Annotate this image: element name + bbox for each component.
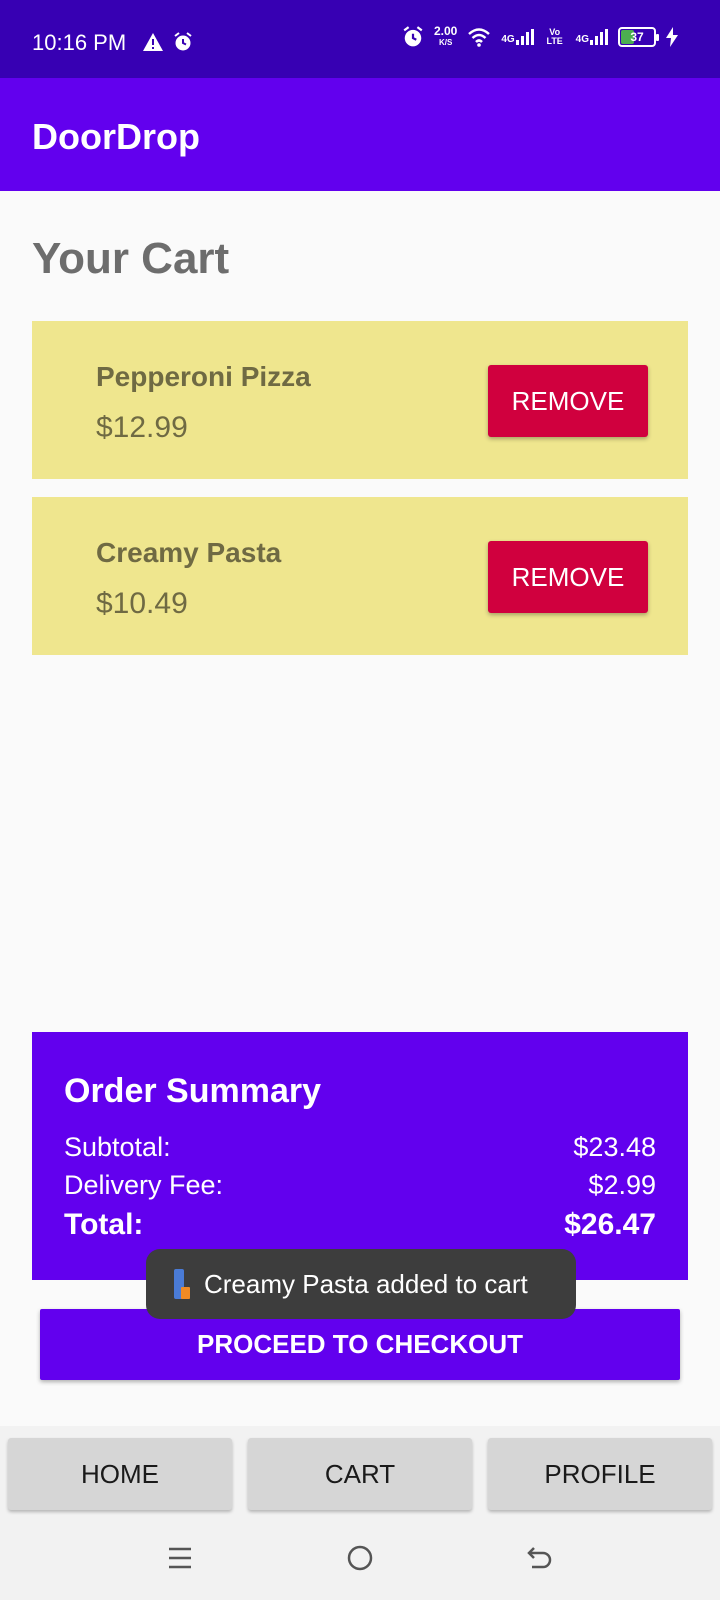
page-title: Your Cart <box>32 234 230 283</box>
status-bar: 10:16 PM 2.00 K/S 4G Vo LTE 4G 37 <box>0 0 720 78</box>
delivery-fee-value: $2.99 <box>588 1170 656 1200</box>
item-price: $12.99 <box>96 411 188 444</box>
nav-home-button[interactable]: HOME <box>8 1438 232 1510</box>
net-speed: 2.00 K/S <box>433 24 458 48</box>
signal-bars-icon <box>590 29 608 45</box>
wifi-icon <box>468 28 491 47</box>
checkout-button[interactable]: PROCEED TO CHECKOUT <box>40 1309 680 1380</box>
net-speed-unit: K/S <box>438 38 453 47</box>
battery-level: 37 <box>630 30 644 44</box>
order-summary: Order Summary Subtotal: $23.48 Delivery … <box>32 1032 688 1280</box>
home-circle-icon[interactable] <box>346 1544 374 1572</box>
charging-bolt-icon <box>666 27 678 47</box>
signal-sim2: 4G <box>576 29 608 45</box>
toast-message: Creamy Pasta added to cart <box>204 1268 528 1299</box>
net-speed-value: 2.00 <box>433 24 458 38</box>
summary-title: Order Summary <box>64 1072 321 1110</box>
remove-button[interactable]: REMOVE <box>488 541 648 613</box>
system-nav-bar <box>0 1516 720 1600</box>
subtotal-value: $23.48 <box>573 1132 656 1162</box>
delivery-fee-label: Delivery Fee: <box>64 1170 224 1200</box>
volte-label: Vo LTE <box>546 27 563 46</box>
sim1-label: 4G <box>501 34 515 45</box>
alarm-icon <box>174 32 192 51</box>
signal-bars-icon <box>515 29 534 45</box>
status-time: 10:16 PM <box>32 30 127 55</box>
nav-cart-button[interactable]: CART <box>248 1438 472 1510</box>
total-value: $26.47 <box>564 1208 656 1241</box>
toast: Creamy Pasta added to cart <box>146 1249 576 1319</box>
nav-profile-button[interactable]: PROFILE <box>488 1438 712 1510</box>
remove-button[interactable]: REMOVE <box>488 365 648 437</box>
item-price: $10.49 <box>96 587 188 620</box>
app-icon <box>172 1269 190 1299</box>
alarm-icon <box>403 26 423 47</box>
battery-icon: 37 <box>618 27 659 47</box>
cart-item: Creamy Pasta $10.49 REMOVE <box>32 497 688 655</box>
back-icon[interactable] <box>526 1544 554 1572</box>
menu-icon[interactable] <box>166 1544 194 1572</box>
total-label: Total: <box>64 1208 144 1241</box>
item-name: Creamy Pasta <box>96 537 282 568</box>
sim2-label: 4G <box>575 34 589 45</box>
bottom-nav: HOME CART PROFILE <box>0 1426 720 1516</box>
app-bar: DoorDrop <box>0 78 720 191</box>
item-name: Pepperoni Pizza <box>96 361 311 392</box>
signal-sim1: 4G <box>501 29 534 45</box>
subtotal-row: Subtotal: $23.48 <box>64 1132 656 1163</box>
warning-icon <box>143 33 163 51</box>
total-row: Total: $26.47 <box>64 1208 656 1242</box>
app-title: DoorDrop <box>32 116 200 157</box>
delivery-fee-row: Delivery Fee: $2.99 <box>64 1170 656 1201</box>
subtotal-label: Subtotal: <box>64 1132 171 1162</box>
cart-item: Pepperoni Pizza $12.99 REMOVE <box>32 321 688 479</box>
